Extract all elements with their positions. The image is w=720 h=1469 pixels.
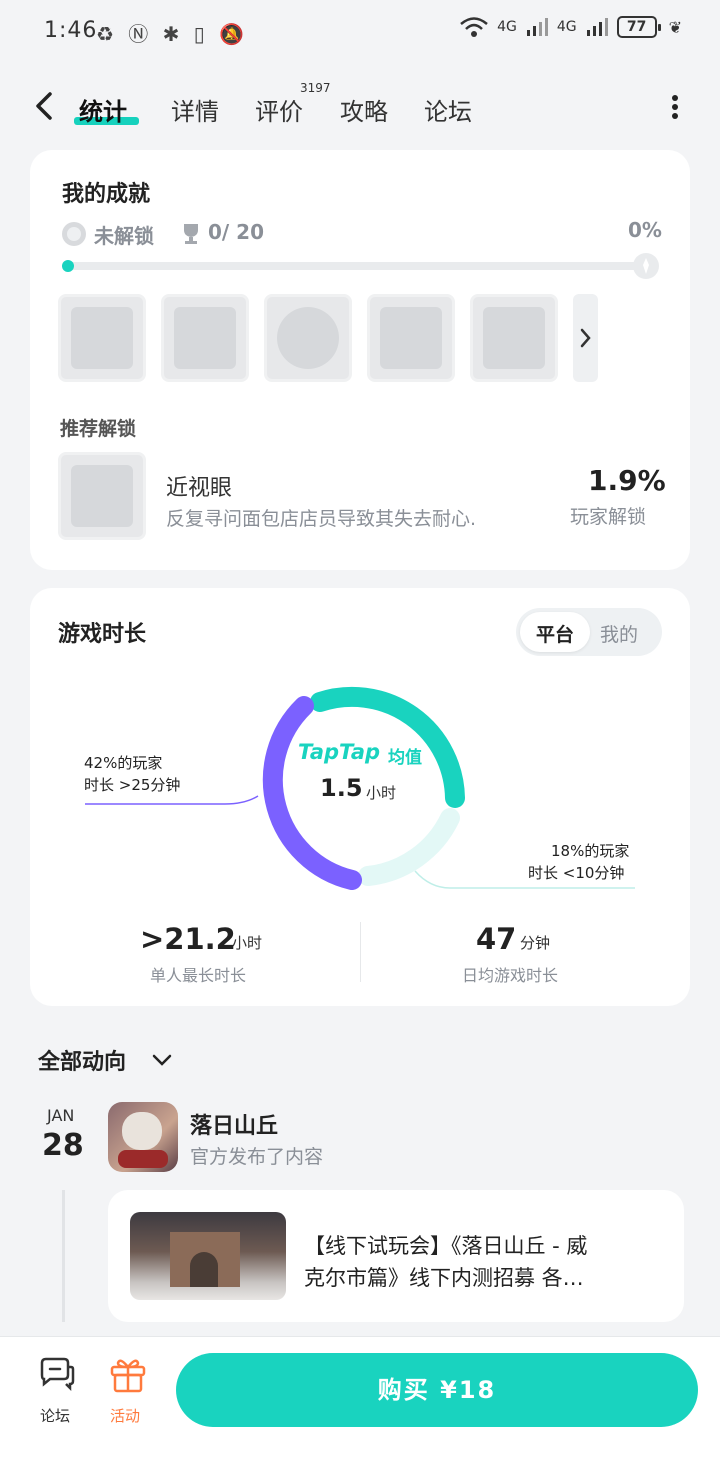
right-note-line2: 时长 <10分钟 xyxy=(528,864,625,882)
stat-daily-label: 日均游戏时长 xyxy=(462,966,559,985)
achievement-thumb-4[interactable] xyxy=(367,294,455,382)
stats-divider xyxy=(360,922,361,982)
achievement-progress-track xyxy=(64,262,654,270)
achievement-thumb-5[interactable] xyxy=(470,294,558,382)
bottom-bar: 论坛 活动 购买 ¥18 xyxy=(0,1336,720,1469)
back-icon[interactable] xyxy=(30,86,60,126)
left-note-line2: 时长 >25分钟 xyxy=(84,776,181,794)
buy-button[interactable]: 购买 ¥18 xyxy=(176,1353,698,1427)
author-name[interactable]: 落日山丘 xyxy=(190,1108,278,1140)
stat-max-unit: 小时 xyxy=(232,934,263,952)
forum-nav-label: 论坛 xyxy=(40,1407,71,1425)
chevron-right-icon xyxy=(580,328,591,348)
top-nav: 统计 详情 评价 3197 攻略 论坛 xyxy=(0,80,720,136)
more-icon[interactable] xyxy=(670,94,680,120)
post-thumbnail xyxy=(130,1212,286,1300)
unlock-status: 未解锁 xyxy=(94,224,154,248)
author-action: 官方发布了内容 xyxy=(190,1146,324,1168)
avg-unit: 小时 xyxy=(366,784,397,802)
feed-month: JAN xyxy=(47,1106,75,1125)
forum-nav-button[interactable]: 论坛 xyxy=(36,1355,80,1435)
taptap-logo: TapTap xyxy=(298,740,381,764)
signal-label-1: 4G xyxy=(497,19,517,35)
stat-max-value: >21.2 xyxy=(140,922,236,956)
avg-value: 1.5 xyxy=(320,774,363,802)
achievement-thumb-1[interactable] xyxy=(58,294,146,382)
achievement-thumb-2[interactable] xyxy=(161,294,249,382)
toggle-platform[interactable]: 平台 xyxy=(536,620,574,647)
stat-max-label: 单人最长时长 xyxy=(150,966,247,985)
trophy-icon xyxy=(184,224,198,244)
stat-daily-value: 47 xyxy=(476,922,517,956)
author-avatar[interactable] xyxy=(108,1102,178,1172)
tab-details[interactable]: 详情 xyxy=(171,92,219,127)
achievement-thumb-3[interactable] xyxy=(264,294,352,382)
recommend-rate: 1.9% xyxy=(588,464,666,497)
feed-day: 28 xyxy=(42,1128,84,1163)
leaf-icon: ❦ xyxy=(668,17,682,37)
recommend-description: 反复寻问面包店店员导致其失去耐心. xyxy=(166,508,477,530)
status-icons: ♻ Ⓝ ✱ ▯ 🔕 xyxy=(96,22,249,46)
battery-indicator: 77 xyxy=(616,16,661,38)
toggle-mine[interactable]: 我的 xyxy=(600,620,638,647)
forum-chat-icon xyxy=(40,1357,75,1392)
playtime-card: 游戏时长 平台 我的 TapTap 均值 1.5 小时 42%的玩家 时长 >2… xyxy=(30,588,690,1006)
tab-forum[interactable]: 论坛 xyxy=(424,92,472,127)
activity-nav-button[interactable]: 活动 xyxy=(108,1355,152,1435)
status-right: 4G 4G 77 ❦ xyxy=(459,16,682,38)
avg-label: 均值 xyxy=(388,748,422,768)
left-note-line1: 42%的玩家 xyxy=(84,754,163,772)
achievement-percent: 0% xyxy=(628,218,662,242)
signal-label-2: 4G xyxy=(556,19,577,35)
achievement-count: 0/ 20 xyxy=(208,220,265,244)
signal-icon-2 xyxy=(586,18,608,36)
playtime-title: 游戏时长 xyxy=(58,622,147,647)
signal-icon xyxy=(526,18,548,36)
post-title-line1: 【线下试玩会】《落日山丘 - 威 xyxy=(304,1234,588,1258)
recommend-rate-label: 玩家解锁 xyxy=(570,506,647,528)
chevron-down-icon[interactable] xyxy=(150,1048,174,1072)
tab-guides[interactable]: 攻略 xyxy=(340,92,388,127)
wifi-icon xyxy=(460,17,488,37)
feed-post-card[interactable]: 【线下试玩会】《落日山丘 - 威 克尔市篇》线下内测招募 各… xyxy=(108,1190,684,1322)
recommend-thumb[interactable] xyxy=(58,452,146,540)
locked-medal-icon xyxy=(62,222,86,246)
status-bar: 1:46 ♻ Ⓝ ✱ ▯ 🔕 4G 4G 77 ❦ xyxy=(0,0,720,62)
right-note-line1: 18%的玩家 xyxy=(551,842,630,860)
activity-nav-label: 活动 xyxy=(110,1407,141,1425)
gift-icon xyxy=(110,1359,146,1393)
status-time: 1:46 xyxy=(44,18,98,43)
recommend-title: 推荐解锁 xyxy=(60,418,137,440)
timeline-line xyxy=(62,1190,65,1322)
review-count-badge: 3197 xyxy=(300,81,331,95)
left-callout-line xyxy=(85,795,259,805)
achievement-progress-fill xyxy=(62,260,74,272)
feed-filter[interactable]: 全部动向 xyxy=(38,1044,126,1076)
achievements-card: 我的成就 未解锁 0/ 20 0% 推荐解锁 近视眼 反复寻问面包店店员导致其失… xyxy=(30,150,690,570)
tab-reviews[interactable]: 评价 xyxy=(255,92,303,127)
recommend-name: 近视眼 xyxy=(166,476,233,501)
achievements-more-button[interactable] xyxy=(573,294,598,382)
progress-end-badge-icon xyxy=(633,253,659,279)
tab-stats[interactable]: 统计 xyxy=(79,92,127,127)
ring-segment-light xyxy=(358,808,460,886)
post-title-line2: 克尔市篇》线下内测招募 各… xyxy=(304,1266,584,1290)
achievements-title: 我的成就 xyxy=(62,182,151,207)
stat-daily-unit: 分钟 xyxy=(520,934,551,952)
